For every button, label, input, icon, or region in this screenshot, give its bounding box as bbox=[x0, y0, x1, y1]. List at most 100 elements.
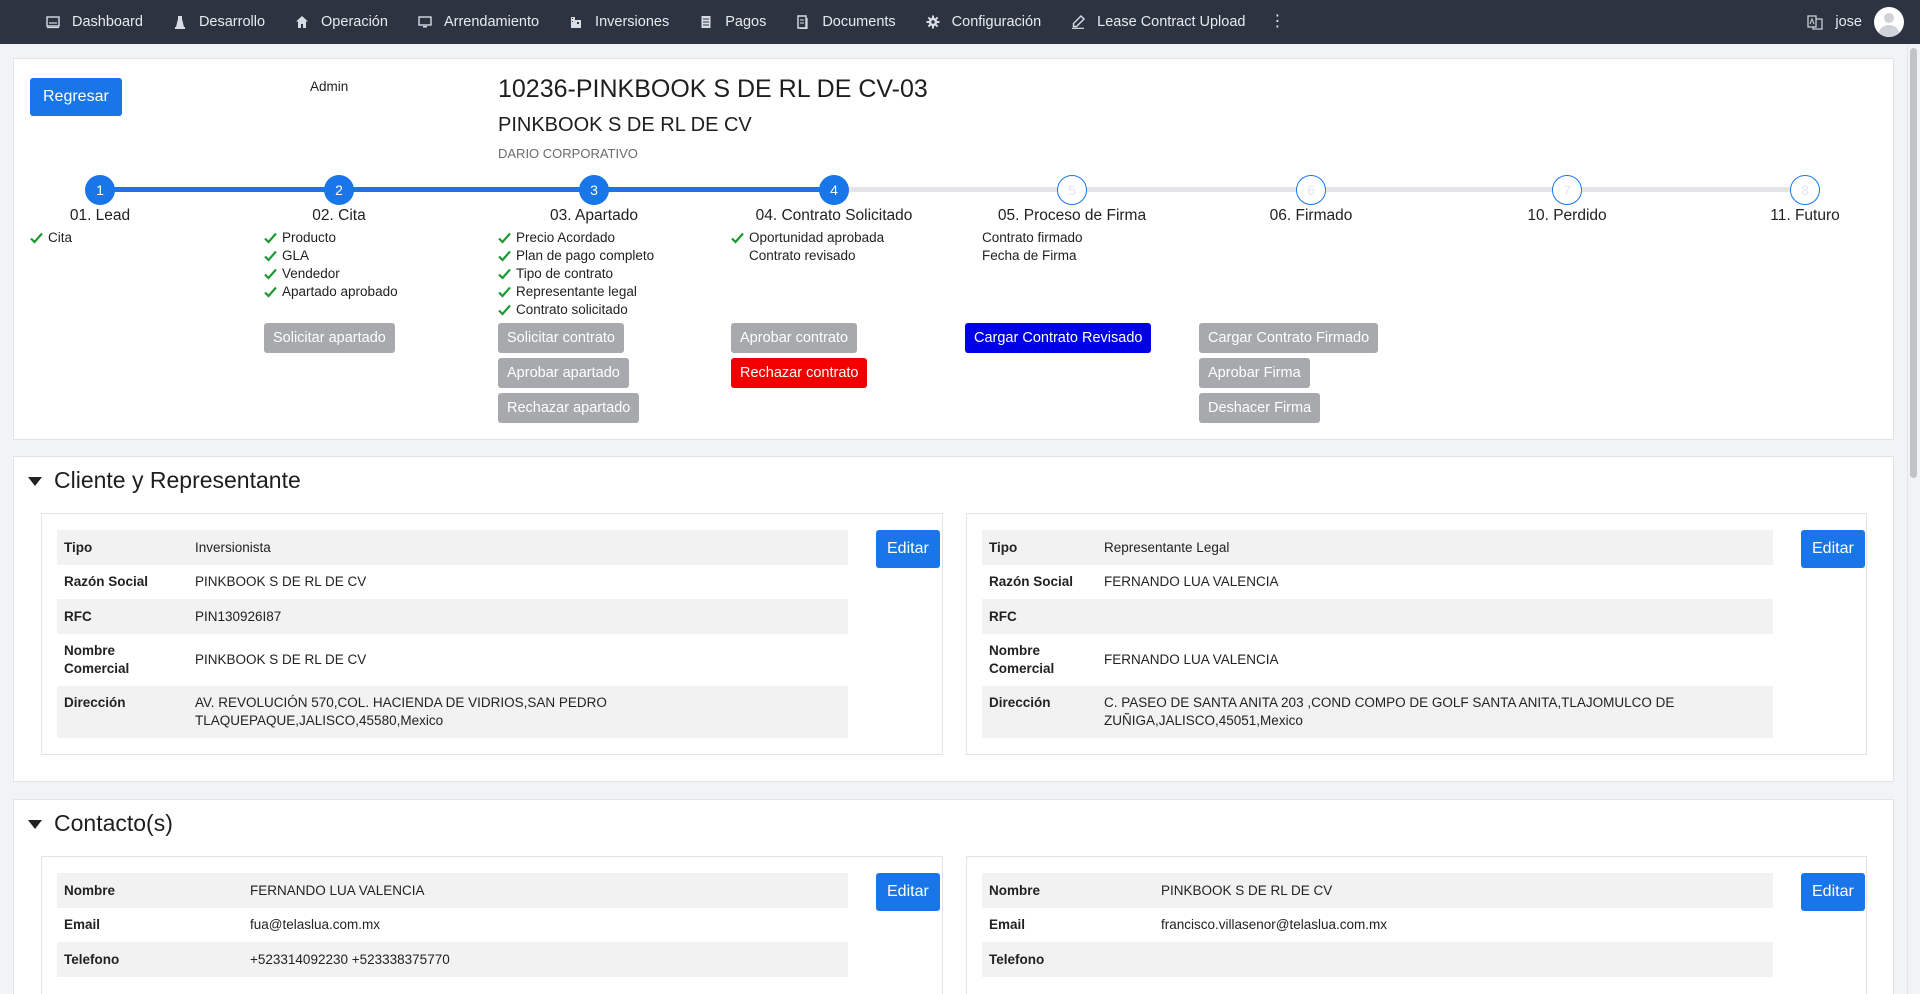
step-5[interactable]: 5 bbox=[1057, 175, 1087, 205]
cliente-section-title: Cliente y Representante bbox=[54, 467, 301, 493]
requirement-label: Cita bbox=[48, 230, 73, 245]
check-icon bbox=[498, 268, 511, 280]
nav-inversiones[interactable]: Inversiones bbox=[569, 14, 669, 30]
requirement-label: Contrato revisado bbox=[749, 248, 856, 263]
field-label: Tipo bbox=[64, 539, 93, 555]
nav-documents-label: Documents bbox=[822, 14, 896, 30]
scrollbar-thumb[interactable] bbox=[1910, 48, 1917, 478]
deshacer-firma-button[interactable]: Deshacer Firma bbox=[1199, 393, 1321, 423]
address-line: C. PASEO DE SANTA ANITA 203 ,COND COMPO … bbox=[1104, 695, 1675, 710]
table-row: Nombre FERNANDO LUA VALENCIA bbox=[57, 873, 848, 908]
list-item: Precio Acordado bbox=[498, 229, 654, 247]
solicitar-contrato-button[interactable]: Solicitar contrato bbox=[498, 323, 624, 353]
field-label: Email bbox=[64, 917, 101, 932]
nav-configuracion[interactable]: Configuración bbox=[926, 14, 1041, 30]
step-2-number: 2 bbox=[335, 182, 343, 198]
nav-operacion[interactable]: Operación bbox=[295, 14, 388, 30]
address-line: TLAQUEPAQUE,JALISCO,45580,Mexico bbox=[195, 713, 444, 728]
step-2[interactable]: 2 bbox=[324, 175, 354, 205]
dashboard-icon bbox=[46, 15, 60, 29]
nav-desarrollo[interactable]: Desarrollo bbox=[173, 14, 265, 30]
nav-documents[interactable]: Documents bbox=[796, 14, 896, 30]
list-item: Cita bbox=[30, 229, 72, 247]
solicitar-apartado-button[interactable]: Solicitar apartado bbox=[264, 323, 395, 353]
list-item: Plan de pago completo bbox=[498, 247, 654, 265]
requirement-label: Representante legal bbox=[516, 284, 637, 299]
check-icon bbox=[264, 286, 277, 298]
step-label-futuro: 11. Futuro bbox=[1770, 207, 1840, 224]
aprobar-apartado-button[interactable]: Aprobar apartado bbox=[498, 358, 629, 388]
step-3[interactable]: 3 bbox=[579, 175, 609, 205]
field-label: Tipo bbox=[989, 539, 1018, 555]
field-value: PINKBOOK S DE RL DE CV bbox=[195, 574, 367, 589]
requirements-firma: Contrato firmado Fecha de Firma bbox=[982, 229, 1083, 265]
field-value: FERNANDO LUA VALENCIA bbox=[1104, 574, 1279, 589]
stepper-progress-pending bbox=[834, 187, 1819, 192]
check-icon bbox=[30, 232, 43, 244]
table-row: Nombre PINKBOOK S DE RL DE CV bbox=[982, 873, 1773, 908]
check-icon bbox=[498, 232, 511, 244]
list-item: Tipo de contrato bbox=[498, 265, 654, 283]
nav-lease-contract-upload[interactable]: Lease Contract Upload bbox=[1071, 14, 1245, 30]
edit-representante-button[interactable]: Editar bbox=[1801, 530, 1865, 568]
field-label: RFC bbox=[64, 608, 92, 624]
aprobar-firma-button[interactable]: Aprobar Firma bbox=[1199, 358, 1310, 388]
avatar[interactable] bbox=[1874, 7, 1904, 37]
contacto-card-2: Nombre PINKBOOK S DE RL DE CV Email fran… bbox=[966, 856, 1867, 994]
table-row: Razón Social PINKBOOK S DE RL DE CV bbox=[57, 565, 848, 599]
rechazar-contrato-button[interactable]: Rechazar contrato bbox=[731, 358, 868, 388]
field-value: fua@telaslua.com.mx bbox=[250, 917, 381, 932]
contactos-section-toggle[interactable]: Contacto(s) bbox=[28, 810, 173, 837]
rechazar-apartado-button[interactable]: Rechazar apartado bbox=[498, 393, 640, 423]
table-row: Dirección AV. REVOLUCIÓN 570,COL. HACIEN… bbox=[57, 686, 848, 738]
field-label: Dirección bbox=[64, 695, 126, 710]
user-menu[interactable]: jose bbox=[1807, 0, 1904, 44]
cliente-panel: Cliente y Representante Tipo Inversionis… bbox=[13, 456, 1894, 782]
aprobar-contrato-button[interactable]: Aprobar contrato bbox=[731, 323, 858, 353]
cargar-contrato-revisado-button[interactable]: Cargar Contrato Revisado bbox=[965, 323, 1152, 353]
table-row: Tipo Representante Legal bbox=[982, 530, 1773, 565]
contacto-2-details: Nombre PINKBOOK S DE RL DE CV Email fran… bbox=[982, 873, 1773, 977]
nav-arrendamiento-label: Arrendamiento bbox=[443, 14, 540, 30]
field-label-line: Nombre bbox=[989, 643, 1041, 658]
table-row: Telefono bbox=[982, 942, 1773, 977]
edit-cliente-button[interactable]: Editar bbox=[876, 530, 940, 568]
step-6[interactable]: 6 bbox=[1296, 175, 1326, 205]
translate-icon bbox=[1807, 14, 1824, 30]
home-icon bbox=[295, 15, 309, 29]
check-icon bbox=[731, 232, 744, 244]
cliente-section-toggle[interactable]: Cliente y Representante bbox=[28, 467, 301, 494]
field-label-line: Comercial bbox=[64, 661, 130, 676]
stage-panel: Regresar Admin 10236-PINKBOOK S DE RL DE… bbox=[13, 58, 1894, 440]
edit-contacto-2-button[interactable]: Editar bbox=[1801, 873, 1865, 911]
more-menu-icon[interactable]: ⋮ bbox=[1269, 14, 1285, 30]
step-label-firmado: 06. Firmado bbox=[1269, 207, 1353, 224]
edit-contacto-button[interactable]: Editar bbox=[876, 873, 940, 911]
list-item: Vendedor bbox=[264, 265, 398, 283]
step-label-contrato: 04. Contrato Solicitado bbox=[755, 207, 913, 224]
list-item: Representante legal bbox=[498, 283, 654, 301]
field-label: Nombre Comercial bbox=[57, 642, 195, 678]
field-value: C. PASEO DE SANTA ANITA 203 ,COND COMPO … bbox=[1104, 694, 1674, 730]
address-line: AV. REVOLUCIÓN 570,COL. HACIENDA DE VIDR… bbox=[195, 695, 607, 710]
requirements-lead: Cita bbox=[30, 229, 72, 247]
contactos-section-title: Contacto(s) bbox=[54, 810, 173, 836]
back-button[interactable]: Regresar bbox=[30, 78, 122, 116]
pen-icon bbox=[1071, 15, 1086, 29]
field-value: FERNANDO LUA VALENCIA bbox=[250, 882, 425, 898]
check-icon bbox=[498, 286, 511, 298]
cargar-contrato-firmado-button[interactable]: Cargar Contrato Firmado bbox=[1199, 323, 1379, 353]
step-5-number: 5 bbox=[1068, 182, 1076, 198]
step-7[interactable]: 7 bbox=[1552, 175, 1582, 205]
nav-dashboard[interactable]: Dashboard bbox=[46, 14, 143, 30]
step-8[interactable]: 8 bbox=[1790, 175, 1820, 205]
requirement-label: GLA bbox=[282, 248, 310, 263]
nav-arrendamiento[interactable]: Arrendamiento bbox=[418, 14, 539, 30]
step-4[interactable]: 4 bbox=[819, 175, 849, 205]
building-icon bbox=[569, 15, 583, 29]
requirement-label: Fecha de Firma bbox=[982, 248, 1077, 263]
field-label: Telefono bbox=[989, 951, 1045, 967]
requirement-label: Contrato solicitado bbox=[516, 302, 628, 317]
nav-pagos[interactable]: Pagos bbox=[699, 14, 766, 30]
step-1[interactable]: 1 bbox=[85, 175, 115, 205]
